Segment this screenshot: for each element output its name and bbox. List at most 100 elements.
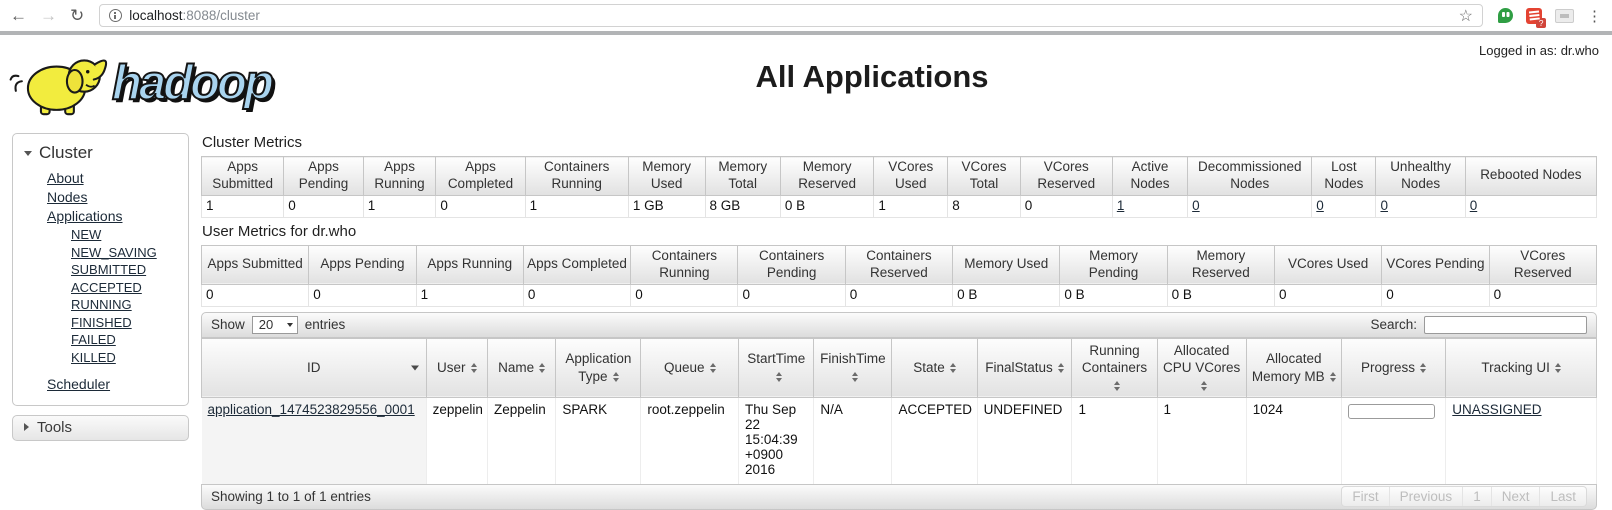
sidebar-item-finished[interactable]: FINISHED bbox=[71, 315, 188, 330]
col-starttime[interactable]: StartTime bbox=[739, 338, 814, 398]
sidebar-item-applications[interactable]: Applications bbox=[47, 208, 188, 224]
rebooted-nodes-link[interactable]: 0 bbox=[1470, 198, 1478, 213]
cell-running-containers: 1 bbox=[1072, 398, 1157, 484]
sidebar-item-new-saving[interactable]: NEW_SAVING bbox=[71, 245, 188, 260]
value-apps-pending: 0 bbox=[284, 195, 364, 217]
red-extension-icon[interactable]: ? bbox=[1526, 8, 1542, 24]
pagination-first[interactable]: First bbox=[1342, 487, 1388, 506]
sort-icon bbox=[1330, 372, 1336, 382]
value-memory-reserved: 0 B bbox=[780, 195, 873, 217]
application-id-link[interactable]: application_1474523829556_0001 bbox=[208, 402, 415, 417]
sidebar-item-failed[interactable]: FAILED bbox=[71, 332, 188, 347]
col-memory-used: Memory Used bbox=[953, 245, 1060, 284]
sort-icon bbox=[471, 363, 477, 373]
col-queue[interactable]: Queue bbox=[641, 338, 739, 398]
col-vcores-reserved: VCores Reserved bbox=[1489, 245, 1596, 284]
col-finishtime[interactable]: FinishTime bbox=[814, 338, 892, 398]
sidebar-item-new[interactable]: NEW bbox=[71, 227, 188, 242]
sidebar-item-submitted[interactable]: SUBMITTED bbox=[71, 262, 188, 277]
sidebar-item-nodes[interactable]: Nodes bbox=[47, 189, 188, 205]
cluster-metrics-table: Apps Submitted Apps Pending Apps Running… bbox=[201, 156, 1597, 218]
unhealthy-nodes-link[interactable]: 0 bbox=[1380, 198, 1388, 213]
cell-queue: root.zeppelin bbox=[641, 398, 739, 484]
col-user-label: User bbox=[437, 360, 466, 375]
sidebar-item-scheduler[interactable]: Scheduler bbox=[47, 376, 188, 392]
browser-menu-icon[interactable]: ⋮ bbox=[1587, 7, 1602, 25]
pagination-next[interactable]: Next bbox=[1491, 487, 1540, 506]
col-name[interactable]: Name bbox=[487, 338, 555, 398]
col-containers-reserved: Containers Reserved bbox=[845, 245, 952, 284]
extension-badge: ? bbox=[1536, 18, 1546, 28]
lost-nodes-link[interactable]: 0 bbox=[1316, 198, 1324, 213]
value-containers-running: 0 bbox=[631, 284, 738, 306]
user-metrics-table: Apps Submitted Apps Pending Apps Running… bbox=[201, 245, 1597, 307]
cell-name: Zeppelin bbox=[487, 398, 555, 484]
col-tracking-ui[interactable]: Tracking UI bbox=[1446, 338, 1597, 398]
green-extension-icon[interactable] bbox=[1498, 8, 1513, 23]
pagination-last[interactable]: Last bbox=[1539, 487, 1586, 506]
col-vcores-total: VCores Total bbox=[948, 157, 1021, 196]
col-state[interactable]: State bbox=[892, 338, 977, 398]
col-starttime-label: StartTime bbox=[747, 351, 805, 366]
tracking-ui-link[interactable]: UNASSIGNED bbox=[1452, 402, 1541, 417]
col-allocated-cpu-vcores[interactable]: Allocated CPU VCores bbox=[1157, 338, 1246, 398]
back-icon[interactable]: ← bbox=[10, 7, 27, 24]
value-containers-running: 1 bbox=[525, 195, 628, 217]
gray-extension-icon[interactable] bbox=[1555, 9, 1574, 23]
col-finalstatus[interactable]: FinalStatus bbox=[977, 338, 1072, 398]
sidebar-item-running[interactable]: RUNNING bbox=[71, 297, 188, 312]
cell-starttime: Thu Sep 22 15:04:39 +0900 2016 bbox=[739, 398, 814, 484]
value-vcores-pending: 0 bbox=[1382, 284, 1489, 306]
col-apps-running: Apps Running bbox=[363, 157, 436, 196]
cell-application-type: SPARK bbox=[556, 398, 641, 484]
col-name-label: Name bbox=[498, 360, 534, 375]
col-vcores-used: VCores Used bbox=[874, 157, 948, 196]
sidebar-item-killed[interactable]: KILLED bbox=[71, 350, 188, 365]
sort-icon bbox=[710, 363, 716, 373]
pagination-previous[interactable]: Previous bbox=[1389, 487, 1463, 506]
value-unhealthy-nodes: 0 bbox=[1376, 195, 1465, 217]
col-allocated-cpu-vcores-label: Allocated CPU VCores bbox=[1163, 343, 1240, 376]
col-vcores-pending: VCores Pending bbox=[1382, 245, 1489, 284]
search-input[interactable] bbox=[1424, 316, 1587, 334]
cell-tracking-ui: UNASSIGNED bbox=[1446, 398, 1597, 484]
col-lost-nodes: Lost Nodes bbox=[1312, 157, 1376, 196]
user-metrics-header-row: Apps Submitted Apps Pending Apps Running… bbox=[202, 245, 1597, 284]
search-label: Search: bbox=[1370, 317, 1417, 332]
col-progress[interactable]: Progress bbox=[1341, 338, 1446, 398]
info-icon[interactable] bbox=[109, 9, 122, 22]
scheduler-link-row: Scheduler bbox=[13, 376, 188, 392]
decommissioned-nodes-link[interactable]: 0 bbox=[1192, 198, 1200, 213]
col-containers-running: Containers Running bbox=[631, 245, 738, 284]
col-running-containers[interactable]: Running Containers bbox=[1072, 338, 1157, 398]
col-containers-pending: Containers Pending bbox=[738, 245, 845, 284]
col-user[interactable]: User bbox=[426, 338, 487, 398]
col-apps-submitted: Apps Submitted bbox=[202, 157, 284, 196]
sidebar-item-accepted[interactable]: ACCEPTED bbox=[71, 280, 188, 295]
tools-nav-header[interactable]: Tools bbox=[12, 415, 189, 441]
col-memory-used: Memory Used bbox=[628, 157, 705, 196]
value-apps-completed: 0 bbox=[523, 284, 630, 306]
cluster-nav-label: Cluster bbox=[39, 143, 93, 163]
pagination-page-1[interactable]: 1 bbox=[1462, 487, 1491, 506]
forward-icon[interactable]: → bbox=[40, 7, 57, 24]
cluster-nav-header[interactable]: Cluster bbox=[13, 141, 188, 170]
content: Cluster Metrics Apps Submitted Apps Pend… bbox=[201, 133, 1597, 510]
cell-state: ACCEPTED bbox=[892, 398, 977, 484]
refresh-icon[interactable]: ↻ bbox=[70, 7, 84, 24]
address-bar[interactable]: localhost:8088/cluster ☆ bbox=[99, 4, 1483, 27]
page-size-select[interactable]: 20 bbox=[252, 316, 298, 334]
col-id[interactable]: ID bbox=[202, 338, 427, 398]
col-application-type[interactable]: Application Type bbox=[556, 338, 641, 398]
bookmark-star-icon[interactable]: ☆ bbox=[1459, 6, 1473, 26]
value-vcores-reserved: 0 bbox=[1489, 284, 1596, 306]
page-title: All Applications bbox=[755, 59, 988, 95]
url-host: localhost bbox=[129, 8, 182, 23]
url-text: localhost:8088/cluster bbox=[129, 8, 260, 23]
sidebar-item-about[interactable]: About bbox=[47, 170, 188, 186]
col-rebooted-nodes: Rebooted Nodes bbox=[1465, 157, 1596, 196]
col-allocated-memory-mb[interactable]: Allocated Memory MB bbox=[1246, 338, 1341, 398]
browser-toolbar: ← → ↻ localhost:8088/cluster ☆ ? ⋮ bbox=[0, 0, 1612, 31]
sort-icon bbox=[852, 372, 858, 382]
active-nodes-link[interactable]: 1 bbox=[1117, 198, 1125, 213]
